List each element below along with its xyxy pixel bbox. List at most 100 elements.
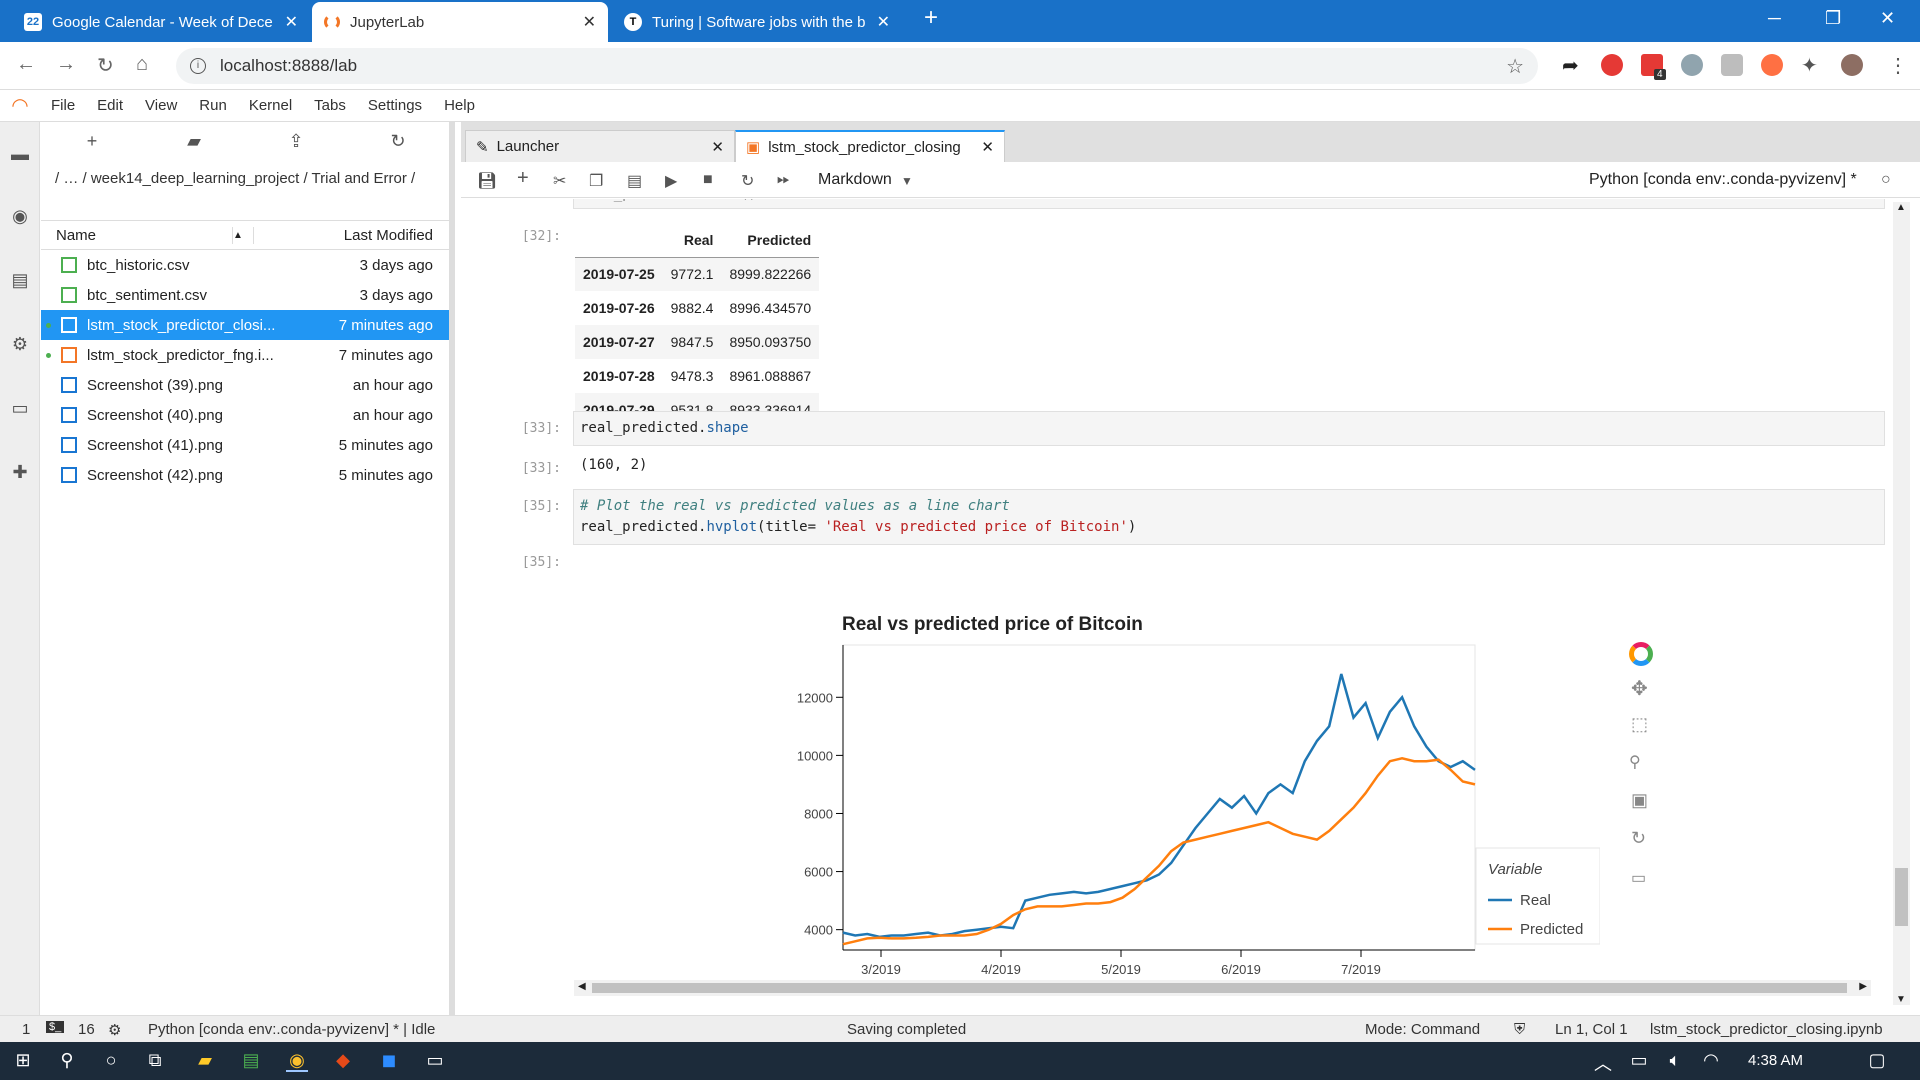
battery-icon[interactable]: ▭ bbox=[1628, 1050, 1650, 1072]
code-cell-35[interactable]: # Plot the real vs predicted values as a… bbox=[573, 489, 1885, 545]
save-tool-icon[interactable]: ▣ bbox=[1631, 790, 1648, 811]
zoom-icon[interactable]: ◼ bbox=[378, 1050, 400, 1072]
close-icon[interactable]: ✕ bbox=[877, 12, 890, 32]
file-row[interactable]: lstm_stock_predictor_fng.i... 7 minutes a… bbox=[41, 340, 449, 370]
task-view-icon[interactable]: ⧉ bbox=[144, 1050, 166, 1072]
scroll-up-icon[interactable]: ▲ bbox=[1896, 202, 1906, 213]
tab-launcher[interactable]: ✎ Launcher ✕ bbox=[465, 130, 735, 162]
wheel-zoom-tool-icon[interactable]: ⚲ bbox=[1629, 752, 1641, 772]
insert-cell-icon[interactable]: + bbox=[517, 167, 529, 190]
minimize-icon[interactable]: ─ bbox=[1768, 8, 1781, 29]
url-text[interactable]: localhost:8888/lab bbox=[220, 56, 357, 76]
file-row[interactable]: btc_sentiment.csv 3 days ago bbox=[41, 280, 449, 310]
new-tab-icon[interactable]: + bbox=[924, 4, 938, 32]
running-icon[interactable]: ◉ bbox=[9, 206, 31, 228]
column-last-modified[interactable]: Last Modified bbox=[253, 226, 449, 244]
close-icon[interactable]: ✕ bbox=[711, 138, 724, 156]
scroll-down-icon[interactable]: ▼ bbox=[1896, 994, 1906, 1005]
menu-settings[interactable]: Settings bbox=[357, 97, 433, 114]
menu-tabs[interactable]: Tabs bbox=[303, 97, 357, 114]
sort-icon[interactable]: ▲ bbox=[233, 230, 253, 241]
url-bar[interactable]: i localhost:8888/lab ☆ bbox=[176, 48, 1538, 84]
extension-manager-icon[interactable]: ✚ bbox=[9, 462, 31, 484]
kernel-name[interactable]: Python [conda env:.conda-pyvizenv] * bbox=[1589, 171, 1857, 189]
reset-tool-icon[interactable]: ↻ bbox=[1631, 828, 1646, 849]
stop-icon[interactable]: ■ bbox=[703, 171, 713, 189]
paste-icon[interactable]: ▤ bbox=[627, 171, 642, 191]
notepad-icon[interactable]: ▤ bbox=[240, 1050, 262, 1072]
menu-edit[interactable]: Edit bbox=[86, 97, 134, 114]
chevron-down-icon[interactable]: ▼ bbox=[901, 174, 913, 188]
file-explorer-icon[interactable]: ▰ bbox=[194, 1050, 216, 1072]
star-icon[interactable]: ☆ bbox=[1506, 54, 1524, 79]
restart-icon[interactable]: ↻ bbox=[741, 171, 754, 191]
terminal-icon[interactable]: $_ bbox=[46, 1021, 65, 1033]
menu-view[interactable]: View bbox=[134, 97, 188, 114]
hover-tool-icon[interactable]: ▭ bbox=[1631, 868, 1646, 888]
info-icon[interactable]: i bbox=[190, 58, 206, 74]
notifications-icon[interactable]: ▢ bbox=[1866, 1050, 1888, 1072]
file-row[interactable]: btc_historic.csv 3 days ago bbox=[41, 250, 449, 280]
back-icon[interactable]: ← bbox=[16, 53, 36, 76]
reload-icon[interactable]: ↻ bbox=[97, 53, 114, 78]
wifi-icon[interactable]: ◠ bbox=[1700, 1050, 1722, 1072]
chevron-up-icon[interactable]: ︿ bbox=[1592, 1050, 1614, 1074]
menu-file[interactable]: File bbox=[40, 97, 86, 114]
windows-start-icon[interactable]: ⊞ bbox=[12, 1050, 34, 1072]
browser-tab-jupyter[interactable]: JupyterLab ✕ bbox=[312, 2, 608, 42]
file-row[interactable]: Screenshot (42).png 5 minutes ago bbox=[41, 460, 449, 490]
extension-icon[interactable] bbox=[1601, 54, 1623, 76]
menu-kernel[interactable]: Kernel bbox=[238, 97, 303, 114]
puzzle-icon[interactable]: ✦ bbox=[1801, 53, 1818, 78]
close-window-icon[interactable]: ✕ bbox=[1880, 8, 1895, 29]
kernel-status[interactable]: Python [conda env:.conda-pyvizenv] * | I… bbox=[148, 1021, 435, 1038]
tabs-icon[interactable]: ▭ bbox=[9, 398, 31, 420]
file-row[interactable]: Screenshot (39).png an hour ago bbox=[41, 370, 449, 400]
git-icon[interactable]: ◆ bbox=[332, 1050, 354, 1072]
clock[interactable]: 4:38 AM bbox=[1748, 1052, 1803, 1069]
code-cell-truncated[interactable]: real_predicted.tail() bbox=[573, 199, 1885, 209]
fire-extension-icon[interactable] bbox=[1761, 54, 1783, 76]
file-row[interactable]: Screenshot (41).png 5 minutes ago bbox=[41, 430, 449, 460]
horizontal-scrollbar[interactable]: ◀ ▶ bbox=[574, 980, 1871, 996]
avatar[interactable] bbox=[1841, 54, 1863, 76]
menu-help[interactable]: Help bbox=[433, 97, 486, 114]
cursor-position[interactable]: Ln 1, Col 1 bbox=[1555, 1021, 1628, 1038]
search-icon[interactable]: ⚲ bbox=[56, 1050, 78, 1072]
upload-icon[interactable]: ⇪ bbox=[245, 131, 347, 152]
line-chart[interactable]: Real vs predicted price of Bitcoin 4000 6… bbox=[700, 610, 1600, 980]
status-count[interactable]: 1 bbox=[22, 1021, 30, 1038]
folder-icon[interactable]: ▬ bbox=[9, 144, 31, 166]
breadcrumb[interactable]: / … / week14_deep_learning_project / Tri… bbox=[41, 160, 449, 220]
more-menu-icon[interactable]: ⋮ bbox=[1888, 53, 1908, 78]
terminal-app-icon[interactable]: ▭ bbox=[424, 1050, 446, 1072]
refresh-icon[interactable]: ↻ bbox=[347, 131, 449, 152]
restore-icon[interactable]: ❐ bbox=[1825, 8, 1841, 29]
extension-icon[interactable] bbox=[1681, 54, 1703, 76]
vertical-scrollbar[interactable]: ▲ ▼ bbox=[1893, 202, 1910, 1005]
chrome-icon[interactable]: ◉ bbox=[286, 1050, 308, 1072]
menu-run[interactable]: Run bbox=[188, 97, 238, 114]
volume-icon[interactable]: 🔈︎ bbox=[1664, 1050, 1686, 1072]
fast-forward-icon[interactable]: ⏩︎ bbox=[777, 171, 790, 189]
close-icon[interactable]: ✕ bbox=[981, 138, 994, 156]
column-name[interactable]: Name bbox=[41, 226, 233, 244]
close-icon[interactable]: ✕ bbox=[583, 12, 596, 32]
cell-type-dropdown[interactable]: Markdown bbox=[818, 171, 892, 189]
share-icon[interactable]: ➦ bbox=[1562, 53, 1579, 78]
scroll-left-icon[interactable]: ◀ bbox=[578, 981, 586, 992]
scroll-right-icon[interactable]: ▶ bbox=[1859, 981, 1867, 992]
tab-notebook[interactable]: ▣ lstm_stock_predictor_closing ✕ bbox=[735, 130, 1005, 162]
box-zoom-tool-icon[interactable]: ⬚ bbox=[1631, 714, 1648, 735]
file-row[interactable]: Screenshot (40).png an hour ago bbox=[41, 400, 449, 430]
browser-tab-turing[interactable]: T Turing | Software jobs with the b ✕ bbox=[612, 2, 902, 42]
code-cell-33[interactable]: real_predicted.shape bbox=[573, 411, 1885, 446]
file-row-selected[interactable]: lstm_stock_predictor_closi... 7 minutes a… bbox=[41, 310, 449, 340]
new-launcher-icon[interactable]: + bbox=[41, 131, 143, 152]
browser-tab-calendar[interactable]: 22 Google Calendar - Week of Dece ✕ bbox=[12, 2, 310, 42]
close-icon[interactable]: ✕ bbox=[285, 12, 298, 32]
extension-icon[interactable] bbox=[1721, 54, 1743, 76]
settings-icon[interactable]: ⚙ bbox=[9, 334, 31, 356]
home-icon[interactable]: ⌂ bbox=[136, 53, 148, 76]
cortana-icon[interactable]: ○ bbox=[100, 1050, 122, 1072]
